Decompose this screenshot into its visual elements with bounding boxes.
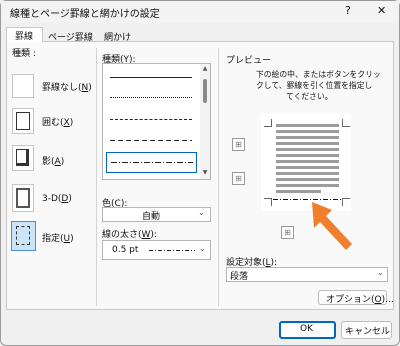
line-style-dashed-small[interactable] — [110, 119, 192, 120]
middle-border-button-icon[interactable]: ⊞ — [232, 172, 245, 185]
preview-text-line — [276, 130, 339, 133]
line-style-solid[interactable] — [110, 77, 192, 78]
width-value: 0.5 pt — [112, 245, 139, 255]
scroll-thumb[interactable] — [203, 79, 207, 103]
setting-custom-label[interactable]: 指定(U) — [42, 231, 74, 244]
preview-text-line — [276, 190, 321, 193]
cancel-button-label: キャンセル — [345, 327, 391, 337]
dialog-title: 線種とページ罫線と網かけの設定 — [10, 9, 160, 20]
close-button[interactable]: ✕ — [377, 4, 386, 17]
box-border-glyph — [16, 112, 30, 130]
width-label: 線の太さ(W): — [102, 230, 157, 240]
apply-to-chevron-down-icon: ⌄ — [377, 268, 384, 277]
setting-custom-icon[interactable] — [11, 221, 36, 251]
color-chevron-down-icon: ⌄ — [198, 208, 205, 217]
line-style-dotted[interactable] — [110, 97, 192, 98]
setting-none-label[interactable]: 罫線なし(N) — [42, 80, 92, 93]
preview-text-line — [276, 178, 339, 181]
arrow-annotation-icon — [312, 202, 352, 250]
preview-instruction-2: クして、罫線を引く位置を指定し — [256, 81, 373, 90]
setting-3d-icon[interactable] — [12, 184, 34, 212]
scroll-up-arrow-icon[interactable]: ▲ — [201, 65, 209, 73]
options-button-label: オプション(O)... — [326, 295, 394, 305]
corner-mark-tr — [342, 119, 350, 127]
shadow-border-glyph — [16, 149, 29, 166]
width-preview-line — [149, 250, 195, 251]
preview-text-line — [276, 166, 339, 169]
preview-instruction-1: 下の絵の中、またはボタンをクリッ — [256, 70, 381, 79]
setting-shadow-icon[interactable] — [12, 145, 34, 171]
setting-box-label[interactable]: 囲む(X) — [42, 115, 73, 128]
dash-dot-line — [111, 162, 193, 163]
corner-mark-bl — [264, 198, 272, 206]
line-style-dash-dot-selected[interactable] — [106, 152, 197, 173]
color-value: 自動 — [142, 212, 161, 222]
top-border-button-icon[interactable]: ⊞ — [232, 138, 245, 151]
scroll-down-arrow-icon[interactable]: ▼ — [201, 169, 209, 177]
settings-label: 種類 : — [12, 49, 36, 59]
preview-text-line — [276, 160, 339, 163]
setting-shadow-label[interactable]: 影(A) — [42, 154, 64, 167]
custom-border-glyph — [16, 226, 30, 245]
preview-text-line — [276, 124, 339, 127]
preview-text-line — [276, 154, 339, 157]
setting-3d-label[interactable]: 3-D(D) — [42, 194, 72, 204]
tab-borders-label: 罫線 — [15, 32, 34, 42]
3d-border-glyph — [16, 188, 30, 208]
preview-text-line — [276, 148, 339, 151]
preview-text-line — [276, 172, 339, 175]
preview-instruction-3: てください。 — [286, 92, 333, 101]
preview-text-line — [276, 142, 339, 145]
preview-text-line — [276, 184, 339, 187]
separator-right — [218, 48, 219, 306]
preview-label: プレビュー — [226, 56, 272, 66]
ok-button-label: OK — [300, 324, 313, 334]
line-style-dashed-large[interactable] — [110, 140, 192, 141]
width-chevron-down-icon: ⌄ — [199, 244, 206, 253]
setting-box-icon[interactable] — [12, 108, 34, 134]
help-button[interactable]: ? — [345, 4, 351, 17]
corner-mark-tl — [264, 119, 272, 127]
apply-to-value: 段落 — [230, 272, 249, 282]
apply-to-dropdown[interactable] — [226, 267, 388, 282]
separator-left — [96, 48, 97, 306]
preview-text-line — [276, 136, 339, 139]
setting-none-icon[interactable] — [12, 74, 34, 98]
left-border-button-icon[interactable]: ⊞ — [281, 226, 294, 239]
